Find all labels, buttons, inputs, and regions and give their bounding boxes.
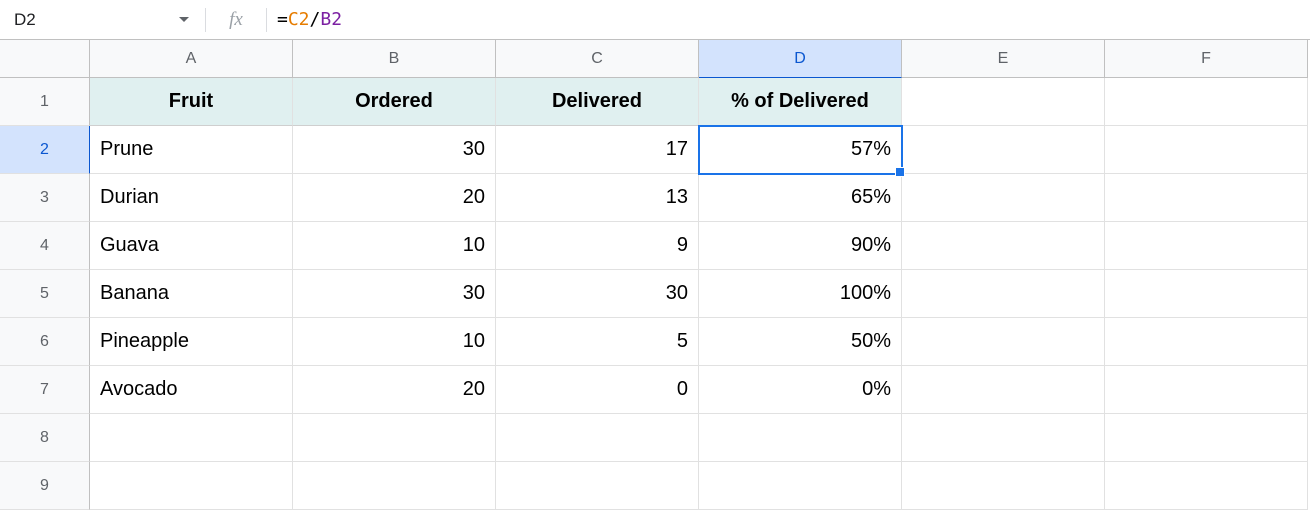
cell-e5[interactable] (902, 270, 1105, 318)
cell-f6[interactable] (1105, 318, 1308, 366)
cell-c2[interactable]: 17 (496, 126, 699, 174)
cell-b3[interactable]: 20 (293, 174, 496, 222)
name-box-dropdown[interactable] (90, 0, 205, 39)
cell-e7[interactable] (902, 366, 1105, 414)
cell-a5[interactable]: Banana (90, 270, 293, 318)
cell-d7[interactable]: 0% (699, 366, 902, 414)
formula-operator: / (310, 9, 321, 30)
formula-prefix: = (277, 9, 288, 30)
select-all-corner[interactable] (0, 40, 90, 78)
cell-f2[interactable] (1105, 126, 1308, 174)
row-header-6[interactable]: 6 (0, 318, 90, 366)
cell-c6[interactable]: 5 (496, 318, 699, 366)
cell-f4[interactable] (1105, 222, 1308, 270)
cell-b8[interactable] (293, 414, 496, 462)
name-box[interactable]: D2 (0, 0, 90, 39)
row-header-8[interactable]: 8 (0, 414, 90, 462)
cell-e2[interactable] (902, 126, 1105, 174)
cell-d8[interactable] (699, 414, 902, 462)
cell-d1[interactable]: % of Delivered (699, 78, 902, 126)
cell-c3[interactable]: 13 (496, 174, 699, 222)
cell-e3[interactable] (902, 174, 1105, 222)
fx-icon: fx (206, 9, 266, 31)
cell-a4[interactable]: Guava (90, 222, 293, 270)
cell-b1[interactable]: Ordered (293, 78, 496, 126)
cell-d4[interactable]: 90% (699, 222, 902, 270)
col-header-f[interactable]: F (1105, 40, 1308, 78)
cell-a2[interactable]: Prune (90, 126, 293, 174)
cell-a8[interactable] (90, 414, 293, 462)
formula-bar: D2 fx =C2/B2 (0, 0, 1310, 40)
cell-f8[interactable] (1105, 414, 1308, 462)
cell-a1[interactable]: Fruit (90, 78, 293, 126)
cell-f5[interactable] (1105, 270, 1308, 318)
cell-b2[interactable]: 30 (293, 126, 496, 174)
cell-c5[interactable]: 30 (496, 270, 699, 318)
cell-b9[interactable] (293, 462, 496, 510)
cell-c7[interactable]: 0 (496, 366, 699, 414)
row-header-7[interactable]: 7 (0, 366, 90, 414)
col-header-c[interactable]: C (496, 40, 699, 78)
cell-a7[interactable]: Avocado (90, 366, 293, 414)
row-header-5[interactable]: 5 (0, 270, 90, 318)
cell-d9[interactable] (699, 462, 902, 510)
cell-f3[interactable] (1105, 174, 1308, 222)
cell-e4[interactable] (902, 222, 1105, 270)
col-header-d[interactable]: D (699, 40, 902, 78)
cell-f7[interactable] (1105, 366, 1308, 414)
cell-c4[interactable]: 9 (496, 222, 699, 270)
cell-d6[interactable]: 50% (699, 318, 902, 366)
cell-a6[interactable]: Pineapple (90, 318, 293, 366)
col-header-a[interactable]: A (90, 40, 293, 78)
cell-b6[interactable]: 10 (293, 318, 496, 366)
cell-e1[interactable] (902, 78, 1105, 126)
cell-f1[interactable] (1105, 78, 1308, 126)
formula-ref-c2: C2 (288, 9, 310, 30)
cell-b7[interactable]: 20 (293, 366, 496, 414)
cell-d2[interactable]: 57% (699, 126, 902, 174)
row-header-1[interactable]: 1 (0, 78, 90, 126)
col-header-e[interactable]: E (902, 40, 1105, 78)
row-header-9[interactable]: 9 (0, 462, 90, 510)
col-header-b[interactable]: B (293, 40, 496, 78)
cell-d3[interactable]: 65% (699, 174, 902, 222)
cell-e9[interactable] (902, 462, 1105, 510)
formula-ref-b2: B2 (320, 9, 342, 30)
cell-c8[interactable] (496, 414, 699, 462)
cell-b5[interactable]: 30 (293, 270, 496, 318)
cell-f9[interactable] (1105, 462, 1308, 510)
cell-a3[interactable]: Durian (90, 174, 293, 222)
cell-c9[interactable] (496, 462, 699, 510)
chevron-down-icon (179, 17, 189, 22)
row-header-4[interactable]: 4 (0, 222, 90, 270)
cell-b4[interactable]: 10 (293, 222, 496, 270)
row-header-3[interactable]: 3 (0, 174, 90, 222)
cell-a9[interactable] (90, 462, 293, 510)
cell-e6[interactable] (902, 318, 1105, 366)
formula-input[interactable]: =C2/B2 (267, 0, 1310, 39)
cell-d5[interactable]: 100% (699, 270, 902, 318)
spreadsheet-grid[interactable]: A B C D E F 1 Fruit Ordered Delivered % … (0, 40, 1310, 510)
cell-e8[interactable] (902, 414, 1105, 462)
cell-c1[interactable]: Delivered (496, 78, 699, 126)
row-header-2[interactable]: 2 (0, 126, 90, 174)
